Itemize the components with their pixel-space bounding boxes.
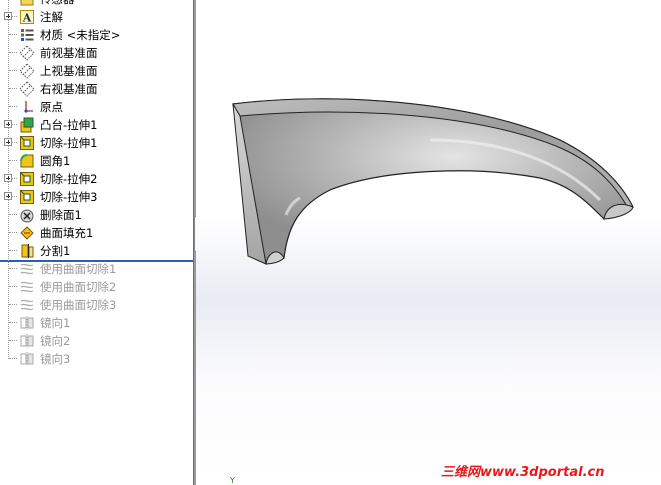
tree-item-label: 右视基准面 <box>40 82 98 96</box>
tree-item-label: 镜向2 <box>40 334 71 348</box>
tree-item-label: 圆角1 <box>40 154 71 168</box>
tree-branch-line <box>9 286 17 287</box>
tree-item[interactable]: 上视基准面 <box>0 62 193 80</box>
model-3d-part <box>232 98 634 265</box>
tree-item[interactable]: 使用曲面切除1 <box>0 260 193 278</box>
cut-extrude-icon <box>20 172 34 186</box>
tree-item-label: 使用曲面切除3 <box>40 298 117 312</box>
tree-item-label: 凸台-拉伸1 <box>40 118 98 132</box>
tree-item[interactable]: 前视基准面 <box>0 44 193 62</box>
tree-item[interactable]: A 注解 <box>0 8 193 26</box>
graphics-viewport[interactable]: Y <box>196 0 661 485</box>
expand-plus-icon[interactable] <box>4 192 12 200</box>
tree-branch-line <box>9 106 17 107</box>
tree-branch-line <box>9 160 17 161</box>
tree-item[interactable]: 传感器 <box>0 0 193 8</box>
tree-branch-line <box>9 358 17 359</box>
tree-item-label: 镜向3 <box>40 352 71 366</box>
mirror-icon <box>20 334 34 348</box>
fillet-icon <box>20 154 34 168</box>
annotations-icon: A <box>20 10 34 25</box>
tree-branch-line <box>9 304 17 305</box>
tree-item[interactable]: 切除-拉伸3 <box>0 188 193 206</box>
cut-extrude-icon <box>20 190 34 204</box>
plane-icon <box>19 81 35 97</box>
surface-cut-icon <box>20 299 34 311</box>
tree-branch-line <box>9 340 17 341</box>
tree-item-label: 切除-拉伸1 <box>40 136 98 150</box>
surface-cut-icon <box>20 263 34 275</box>
svg-text:A: A <box>22 12 32 25</box>
expand-plus-icon[interactable] <box>4 120 12 128</box>
tree-item[interactable]: 右视基准面 <box>0 80 193 98</box>
tree-item[interactable]: 分割1 <box>0 242 193 260</box>
mirror-icon <box>20 352 34 366</box>
tree-item[interactable]: 删除面1 <box>0 206 193 224</box>
tree-item-label: 分割1 <box>40 244 71 258</box>
sensor-icon <box>20 0 34 6</box>
tree-item[interactable]: 曲面填充1 <box>0 224 193 242</box>
tree-branch-line <box>9 250 17 251</box>
plane-icon <box>19 63 35 79</box>
tree-item-label: 注解 <box>40 10 63 24</box>
tree-item-label: 原点 <box>40 100 63 114</box>
tree-branch-line <box>9 88 17 89</box>
tree-item-label: 前视基准面 <box>40 46 98 60</box>
tree-item-label: 材质 <未指定> <box>40 28 121 42</box>
boss-extrude-icon <box>20 117 34 133</box>
tree-item[interactable]: 材质 <未指定> <box>0 26 193 44</box>
tree-item-label: 镜向1 <box>40 316 71 330</box>
tree-branch-line <box>9 70 17 71</box>
tree-item-label: 传感器 <box>40 0 75 8</box>
tree-item[interactable]: 原点 <box>0 98 193 116</box>
tree-item-label: 上视基准面 <box>40 64 98 78</box>
expand-plus-icon[interactable] <box>4 12 12 20</box>
tree-item[interactable]: 切除-拉伸2 <box>0 170 193 188</box>
tree-item[interactable]: 镜向1 <box>0 314 193 332</box>
tree-item-label: 切除-拉伸3 <box>40 190 98 204</box>
tree-item[interactable]: 使用曲面切除3 <box>0 296 193 314</box>
tree-item-label: 切除-拉伸2 <box>40 172 98 186</box>
tree-branch-line <box>9 214 17 215</box>
tree-item-label: 删除面1 <box>40 208 82 222</box>
tree-branch-line <box>9 322 17 323</box>
mirror-icon <box>20 316 34 330</box>
tree-item[interactable]: 圆角1 <box>0 152 193 170</box>
tree-item[interactable]: 镜向3 <box>0 350 193 368</box>
tree-item[interactable]: 凸台-拉伸1 <box>0 116 193 134</box>
plane-icon <box>19 45 35 61</box>
split-icon <box>21 244 34 258</box>
tree-item-label: 使用曲面切除2 <box>40 280 117 294</box>
axis-indicator-y: Y <box>230 476 235 485</box>
expand-plus-icon[interactable] <box>4 138 12 146</box>
tree-item[interactable]: 使用曲面切除2 <box>0 278 193 296</box>
tree-branch-line <box>9 232 17 233</box>
tree-item[interactable]: 镜向2 <box>0 332 193 350</box>
expand-plus-icon[interactable] <box>4 174 12 182</box>
material-icon <box>21 29 34 41</box>
tree-branch-line <box>9 268 17 269</box>
tree-branch-line <box>9 52 17 53</box>
tree-item-label: 曲面填充1 <box>40 226 94 240</box>
cut-extrude-icon <box>20 136 34 150</box>
fill-surface-icon <box>20 226 34 240</box>
delete-face-icon <box>20 209 34 223</box>
tree-item-label: 使用曲面切除1 <box>40 262 117 276</box>
tree-branch-line <box>9 34 17 35</box>
surface-cut-icon <box>20 281 34 293</box>
tree-item[interactable]: 切除-拉伸1 <box>0 134 193 152</box>
origin-icon <box>24 101 33 113</box>
watermark: 三维网www.3dportal.cn <box>441 465 605 480</box>
